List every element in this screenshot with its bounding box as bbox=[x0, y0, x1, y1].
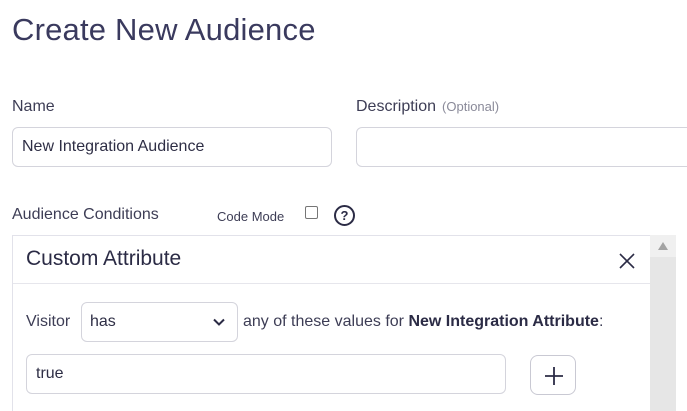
visitor-label: Visitor bbox=[26, 313, 71, 330]
condition-text: any of these values for bbox=[243, 313, 404, 330]
match-type-value: has bbox=[90, 313, 116, 330]
condition-card-header: Custom Attribute bbox=[13, 236, 651, 284]
description-label: Description (Optional) bbox=[356, 98, 499, 116]
audience-conditions-label: Audience Conditions bbox=[12, 206, 159, 223]
panel-scrollbar[interactable] bbox=[650, 235, 676, 411]
close-icon[interactable] bbox=[619, 253, 635, 269]
add-value-button[interactable] bbox=[530, 355, 576, 395]
scrollbar-track[interactable] bbox=[650, 257, 676, 411]
page-title: Create New Audience bbox=[12, 12, 316, 47]
conditions-panel: Custom Attribute Visitor has any of thes… bbox=[12, 235, 651, 411]
description-label-text: Description bbox=[356, 98, 437, 115]
name-input[interactable]: New Integration Audience bbox=[12, 127, 332, 167]
question-circle-icon[interactable]: ? bbox=[334, 205, 355, 226]
optional-hint: (Optional) bbox=[442, 99, 500, 114]
description-input[interactable] bbox=[356, 127, 687, 167]
code-mode-label: Code Mode bbox=[217, 209, 285, 224]
attribute-value-input[interactable]: true bbox=[26, 354, 506, 394]
code-mode-checkbox[interactable] bbox=[305, 206, 318, 219]
attribute-name: New Integration Attribute bbox=[408, 313, 599, 330]
name-label: Name bbox=[12, 98, 55, 115]
condition-description: any of these values for New Integration … bbox=[243, 313, 603, 331]
create-audience-page: Create New Audience Name New Integration… bbox=[0, 0, 687, 411]
condition-card-title: Custom Attribute bbox=[26, 247, 182, 270]
scroll-up-arrow-icon[interactable] bbox=[658, 242, 668, 250]
match-type-select[interactable]: has bbox=[81, 302, 238, 342]
attribute-suffix: : bbox=[598, 313, 604, 330]
chevron-down-icon bbox=[213, 318, 225, 326]
plus-icon bbox=[545, 367, 563, 385]
